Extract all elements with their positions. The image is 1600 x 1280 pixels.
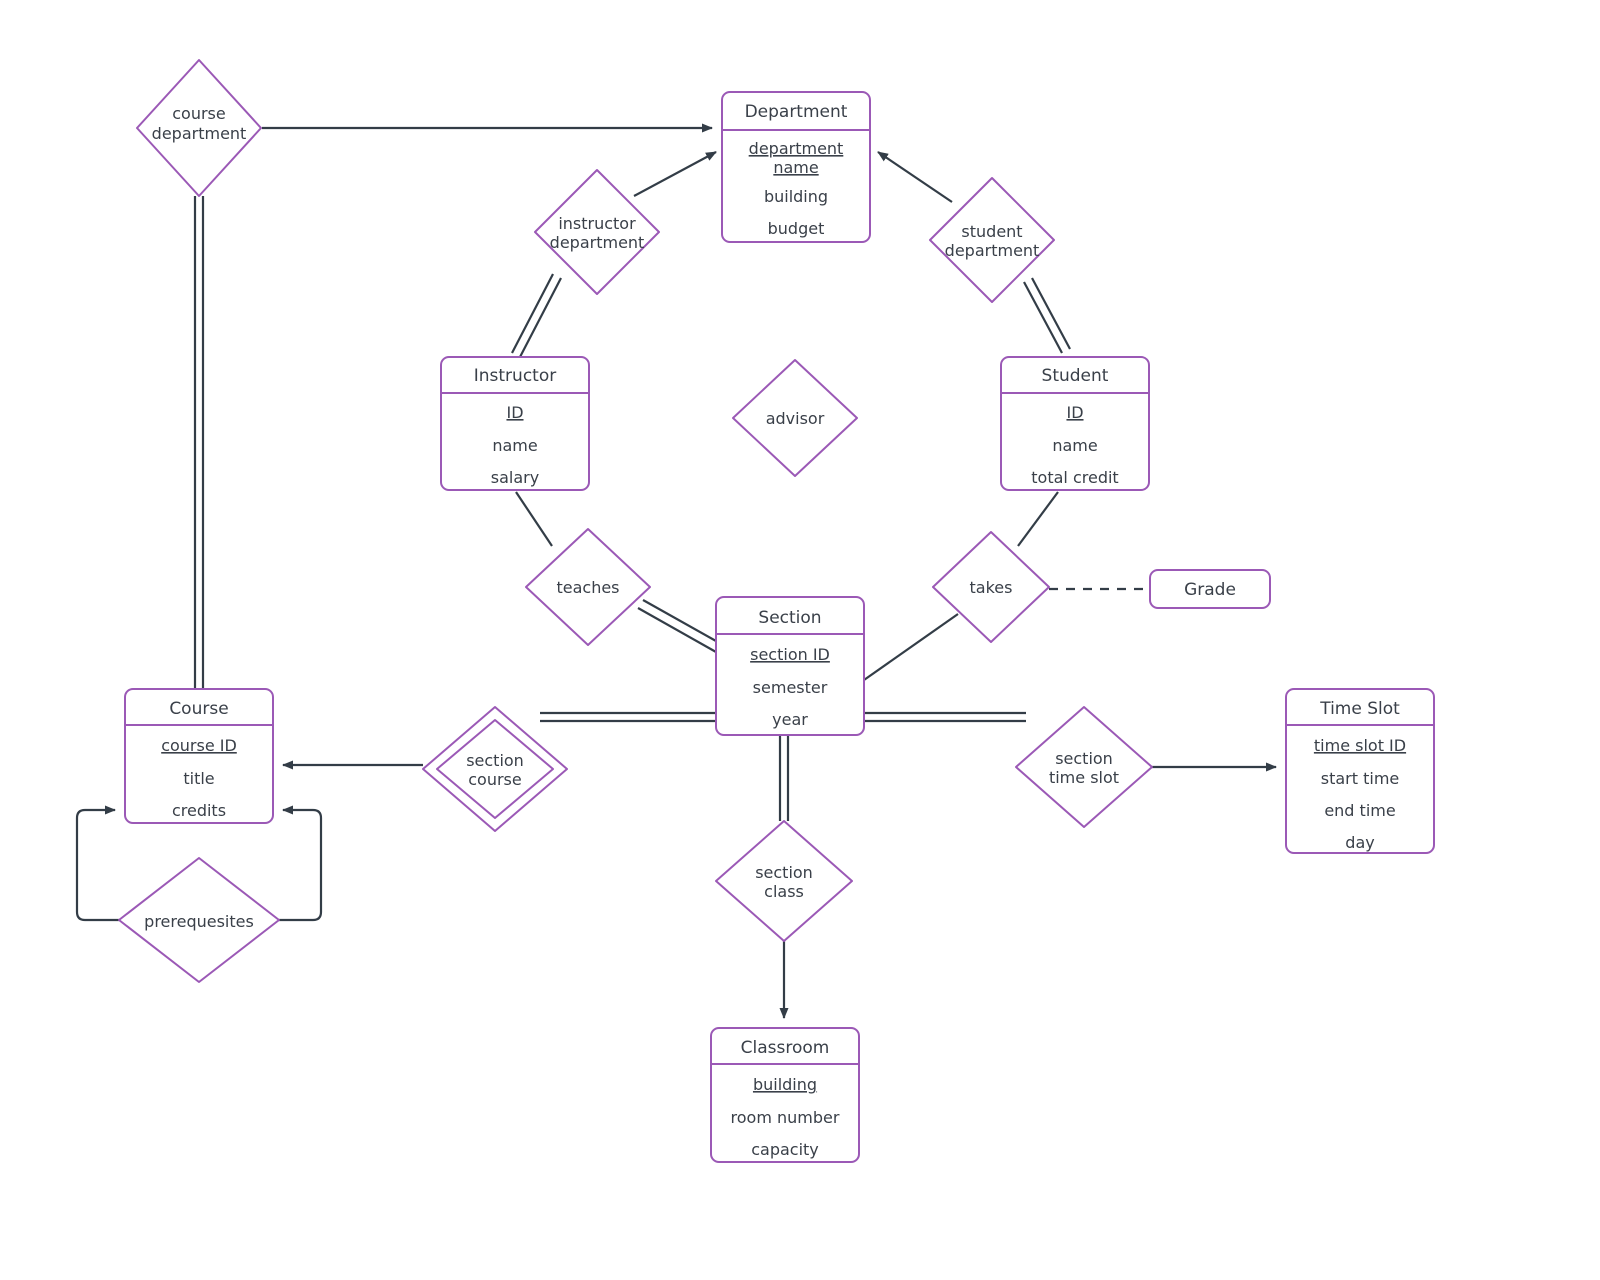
link-student-department-to-department bbox=[877, 151, 953, 203]
entity-course-attr-course-id: course ID bbox=[161, 736, 237, 755]
relationship-instructor-department[interactable]: instructor department bbox=[534, 169, 660, 295]
entity-instructor-title: Instructor bbox=[474, 366, 556, 386]
link-instructor-department-to-instructor-a bbox=[511, 273, 554, 354]
entity-department-attr-building: building bbox=[764, 187, 828, 206]
relationship-advisor[interactable]: advisor bbox=[732, 359, 858, 477]
entity-section-attr-year: year bbox=[772, 710, 808, 729]
er-diagram-canvas: Department department name building budg… bbox=[0, 0, 1600, 1280]
entity-section-attr-section-id: section ID bbox=[750, 645, 830, 664]
link-takes-to-student bbox=[1017, 491, 1059, 547]
entity-department-attr-key-line1: department bbox=[749, 139, 844, 158]
entity-course-title: Course bbox=[169, 699, 228, 719]
link-teaches-to-section-a bbox=[637, 607, 717, 653]
entity-instructor[interactable]: Instructor ID name salary bbox=[440, 356, 590, 491]
relationship-instructor-department-label-line2: department bbox=[550, 233, 645, 252]
relationship-section-class-label-line1: section bbox=[755, 863, 813, 882]
entity-department-attr-budget: budget bbox=[768, 219, 825, 238]
relationship-section-class-label-line2: class bbox=[764, 882, 804, 901]
link-instructor-department-to-department bbox=[633, 151, 717, 197]
entity-course-attr-credits: credits bbox=[172, 801, 226, 820]
relationship-teaches-label: teaches bbox=[556, 578, 619, 597]
entity-time-slot-attr-end-time: end time bbox=[1324, 801, 1395, 820]
entity-instructor-attr-name: name bbox=[492, 436, 537, 455]
entity-classroom-attr-building: building bbox=[753, 1075, 817, 1094]
link-student-department-to-student-b bbox=[1031, 277, 1071, 350]
relationship-section-course-label-line2: course bbox=[468, 770, 521, 789]
entity-department-attr-key-line2: name bbox=[773, 158, 818, 177]
relationship-section-course-label-line1: section bbox=[466, 751, 524, 770]
entity-student-title: Student bbox=[1042, 366, 1109, 386]
relationship-instructor-department-label-line1: instructor bbox=[558, 214, 636, 233]
relationship-prerequesites[interactable]: prerequesites bbox=[118, 857, 280, 983]
relationship-student-department-label-line1: student bbox=[961, 222, 1022, 241]
relationship-attribute-grade-label: Grade bbox=[1184, 580, 1236, 600]
link-teaches-to-instructor bbox=[515, 491, 553, 547]
link-takes-to-section bbox=[863, 613, 959, 681]
entity-time-slot-attr-day: day bbox=[1345, 833, 1374, 852]
entity-student-attr-name: name bbox=[1052, 436, 1097, 455]
entity-section-title: Section bbox=[758, 608, 821, 628]
entity-student[interactable]: Student ID name total credit bbox=[1000, 356, 1150, 491]
link-student-department-to-student-a bbox=[1023, 281, 1063, 354]
relationship-section-class[interactable]: section class bbox=[715, 820, 853, 942]
entity-time-slot-attr-id: time slot ID bbox=[1314, 736, 1406, 755]
relationship-attribute-grade[interactable]: Grade bbox=[1149, 569, 1271, 609]
entity-department-title: Department bbox=[745, 102, 848, 122]
entity-student-attr-total-credit: total credit bbox=[1031, 468, 1118, 487]
relationship-course-department[interactable]: course department bbox=[136, 59, 262, 197]
entity-student-attr-id: ID bbox=[1066, 403, 1083, 422]
relationship-section-time-slot-label-line2: time slot bbox=[1049, 768, 1119, 787]
entity-time-slot-title: Time Slot bbox=[1319, 699, 1400, 719]
link-prerequesites-to-course-left bbox=[75, 805, 119, 922]
relationship-takes-label: takes bbox=[970, 578, 1013, 597]
entity-time-slot[interactable]: Time Slot time slot ID start time end ti… bbox=[1285, 688, 1435, 854]
relationship-advisor-label: advisor bbox=[766, 409, 825, 428]
entity-section-attr-semester: semester bbox=[753, 678, 828, 697]
entity-instructor-attr-salary: salary bbox=[491, 468, 539, 487]
relationship-course-department-label-line2: department bbox=[152, 124, 247, 143]
entity-classroom-attr-capacity: capacity bbox=[751, 1140, 819, 1159]
relationship-takes[interactable]: takes bbox=[932, 531, 1050, 643]
relationship-student-department-label-line2: department bbox=[945, 241, 1040, 260]
relationship-prerequesites-label: prerequesites bbox=[144, 912, 254, 931]
entity-classroom[interactable]: Classroom building room number capacity bbox=[710, 1027, 860, 1163]
link-instructor-department-to-instructor-b bbox=[519, 277, 562, 358]
link-teaches-to-section-b bbox=[642, 599, 717, 642]
relationship-section-course[interactable]: section course bbox=[422, 706, 568, 832]
entity-section[interactable]: Section section ID semester year bbox=[715, 596, 865, 736]
entity-instructor-attr-id: ID bbox=[506, 403, 523, 422]
entity-classroom-title: Classroom bbox=[741, 1038, 830, 1058]
relationship-section-time-slot[interactable]: section time slot bbox=[1015, 706, 1153, 828]
relationship-teaches[interactable]: teaches bbox=[525, 528, 651, 646]
connection-lines bbox=[75, 123, 1277, 1019]
link-prerequesites-to-course-right bbox=[279, 805, 323, 922]
entity-time-slot-attr-start-time: start time bbox=[1321, 769, 1400, 788]
entity-course-attr-title: title bbox=[183, 769, 214, 788]
entity-course[interactable]: Course course ID title credits bbox=[124, 688, 274, 824]
relationship-course-department-label-line1: course bbox=[172, 104, 225, 123]
entity-department[interactable]: Department department name building budg… bbox=[721, 91, 871, 243]
entity-classroom-attr-room-number: room number bbox=[731, 1108, 840, 1127]
relationship-section-time-slot-label-line1: section bbox=[1055, 749, 1113, 768]
